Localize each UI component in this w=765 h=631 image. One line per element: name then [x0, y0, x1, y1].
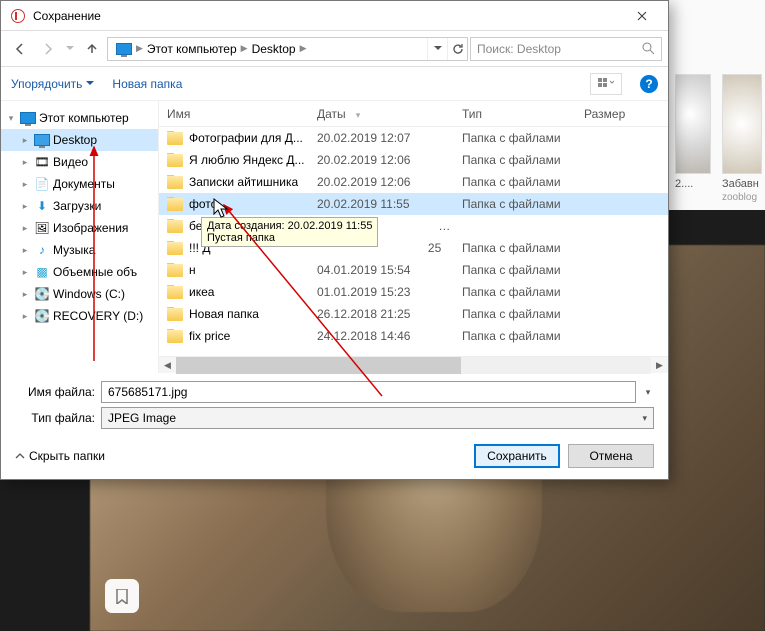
- thumb2-caption: Забавн: [722, 178, 759, 190]
- folder-icon: [167, 264, 183, 277]
- nav-bar: ▶ Этот компьютер ▶ Desktop ▶ Поиск: Desk…: [1, 31, 668, 67]
- column-headers[interactable]: Имя Даты ▾ Тип Размер: [159, 101, 668, 127]
- scroll-left-icon[interactable]: ◀: [159, 357, 176, 374]
- list-item[interactable]: н04.01.2019 15:54Папка с файлами: [159, 259, 668, 281]
- cancel-button[interactable]: Отмена: [568, 444, 654, 468]
- tooltip: Дата создания: 20.02.2019 11:55 Пустая п…: [201, 217, 378, 247]
- tree-root[interactable]: ▾ Этот компьютер: [1, 107, 158, 129]
- tree-item-desktop[interactable]: ▸ Desktop: [1, 129, 158, 151]
- filename-label: Имя файла:: [15, 385, 95, 399]
- chevron-right-icon[interactable]: ▶: [300, 43, 307, 54]
- thumb1-caption: 2....: [675, 178, 693, 190]
- tree-item-images[interactable]: ▸🖼Изображения: [1, 217, 158, 239]
- view-button[interactable]: [590, 73, 622, 95]
- crumb-pc-icon[interactable]: [112, 43, 136, 55]
- tree-item-downloads[interactable]: ▸⬇Загрузки: [1, 195, 158, 217]
- thumb2-sub: zooblog: [722, 192, 757, 203]
- save-button[interactable]: Сохранить: [474, 444, 560, 468]
- footer: Скрыть папки Сохранить Отмена: [1, 433, 668, 479]
- list-item[interactable]: Я люблю Яндекс Д...20.02.2019 12:06Папка…: [159, 149, 668, 171]
- list-item[interactable]: fix price24.12.2018 14:46Папка с файлами: [159, 325, 668, 347]
- crumb-desktop[interactable]: Desktop: [248, 42, 300, 56]
- desktop-icon: [34, 134, 50, 146]
- fields: Имя файла: ▾ Тип файла: JPEG Image ▾: [1, 373, 668, 433]
- hide-folders-toggle[interactable]: Скрыть папки: [15, 449, 105, 463]
- drive-icon: 💽: [34, 309, 50, 323]
- bg-thumb-2[interactable]: [722, 74, 762, 174]
- expand-icon[interactable]: ▸: [19, 135, 31, 146]
- tree-item-documents[interactable]: ▸📄Документы: [1, 173, 158, 195]
- folder-icon: [167, 220, 183, 233]
- scroll-right-icon[interactable]: ▶: [651, 357, 668, 374]
- col-type[interactable]: Тип: [454, 107, 576, 121]
- search-placeholder: Поиск: Desktop: [477, 42, 561, 56]
- filename-dropdown[interactable]: ▾: [642, 387, 654, 398]
- folder-icon: [167, 154, 183, 167]
- folder-icon: [167, 286, 183, 299]
- bg-thumb-1[interactable]: [675, 74, 711, 174]
- organize-menu[interactable]: Упорядочить: [11, 77, 94, 91]
- breadcrumb-dropdown[interactable]: [427, 38, 447, 60]
- list-item[interactable]: икеа01.01.2019 15:23Папка с файлами: [159, 281, 668, 303]
- col-name[interactable]: Имя: [159, 107, 309, 121]
- list-item[interactable]: Новая папка26.12.2018 21:25Папка с файла…: [159, 303, 668, 325]
- rows-container: Фотографии для Д...20.02.2019 12:07Папка…: [159, 127, 668, 356]
- tree-item-3d[interactable]: ▸▩Объемные объ: [1, 261, 158, 283]
- back-button[interactable]: [7, 36, 33, 62]
- file-list: Имя Даты ▾ Тип Размер Фотографии для Д..…: [159, 101, 668, 373]
- folder-icon: [167, 330, 183, 343]
- bookmark-badge[interactable]: [105, 579, 139, 613]
- list-item[interactable]: Записки айтишника20.02.2019 12:06Папка с…: [159, 171, 668, 193]
- chevron-right-icon[interactable]: ▶: [241, 43, 248, 54]
- folder-tree[interactable]: ▾ Этот компьютер ▸ Desktop ▸🎞Видео ▸📄Док…: [1, 101, 159, 373]
- drive-icon: 💽: [34, 287, 50, 301]
- documents-icon: 📄: [34, 177, 50, 191]
- titlebar: Сохранение: [1, 1, 668, 31]
- tree-item-d-drive[interactable]: ▸💽RECOVERY (D:): [1, 305, 158, 327]
- music-icon: ♪: [34, 243, 50, 257]
- toolbar: Упорядочить Новая папка ?: [1, 67, 668, 101]
- collapse-icon[interactable]: ▾: [5, 113, 17, 124]
- tree-item-c-drive[interactable]: ▸💽Windows (C:): [1, 283, 158, 305]
- tree-item-music[interactable]: ▸♪Музыка: [1, 239, 158, 261]
- list-item[interactable]: Фотографии для Д...20.02.2019 12:07Папка…: [159, 127, 668, 149]
- filetype-label: Тип файла:: [15, 411, 95, 425]
- filename-input[interactable]: [101, 381, 636, 403]
- forward-button[interactable]: [35, 36, 61, 62]
- folder-icon: [167, 242, 183, 255]
- downloads-icon: ⬇: [34, 199, 50, 213]
- help-button[interactable]: ?: [640, 75, 658, 93]
- video-icon: 🎞: [34, 155, 50, 169]
- 3d-icon: ▩: [34, 265, 50, 279]
- crumb-root[interactable]: Этот компьютер: [143, 42, 241, 56]
- chevron-right-icon[interactable]: ▶: [136, 43, 143, 54]
- save-dialog: Сохранение ▶ Этот компьютер ▶ Desktop ▶ …: [0, 0, 669, 480]
- filetype-select[interactable]: JPEG Image ▾: [101, 407, 654, 429]
- scrollbar-thumb[interactable]: [176, 357, 461, 374]
- dialog-body: ▾ Этот компьютер ▸ Desktop ▸🎞Видео ▸📄Док…: [1, 101, 668, 373]
- folder-icon: [167, 308, 183, 321]
- dialog-title: Сохранение: [33, 9, 620, 23]
- pc-icon: [20, 112, 36, 124]
- close-button[interactable]: [620, 1, 664, 30]
- up-button[interactable]: [79, 36, 105, 62]
- col-size[interactable]: Размер: [576, 107, 668, 121]
- list-item[interactable]: фото20.02.2019 11:55Папка с файлами: [159, 193, 668, 215]
- chevron-up-icon: [15, 451, 25, 461]
- search-icon: [642, 42, 655, 55]
- horizontal-scrollbar[interactable]: ◀ ▶: [159, 356, 668, 373]
- new-folder-button[interactable]: Новая папка: [112, 77, 182, 91]
- tree-item-video[interactable]: ▸🎞Видео: [1, 151, 158, 173]
- folder-icon: [167, 176, 183, 189]
- folder-icon: [167, 198, 183, 211]
- recent-dropdown[interactable]: [63, 36, 77, 62]
- yandex-icon: [11, 9, 25, 23]
- folder-icon: [167, 132, 183, 145]
- breadcrumb[interactable]: ▶ Этот компьютер ▶ Desktop ▶: [107, 37, 468, 61]
- images-icon: 🖼: [34, 221, 50, 235]
- search-input[interactable]: Поиск: Desktop: [470, 37, 662, 61]
- col-date[interactable]: Даты ▾: [309, 107, 454, 121]
- refresh-button[interactable]: [447, 38, 467, 60]
